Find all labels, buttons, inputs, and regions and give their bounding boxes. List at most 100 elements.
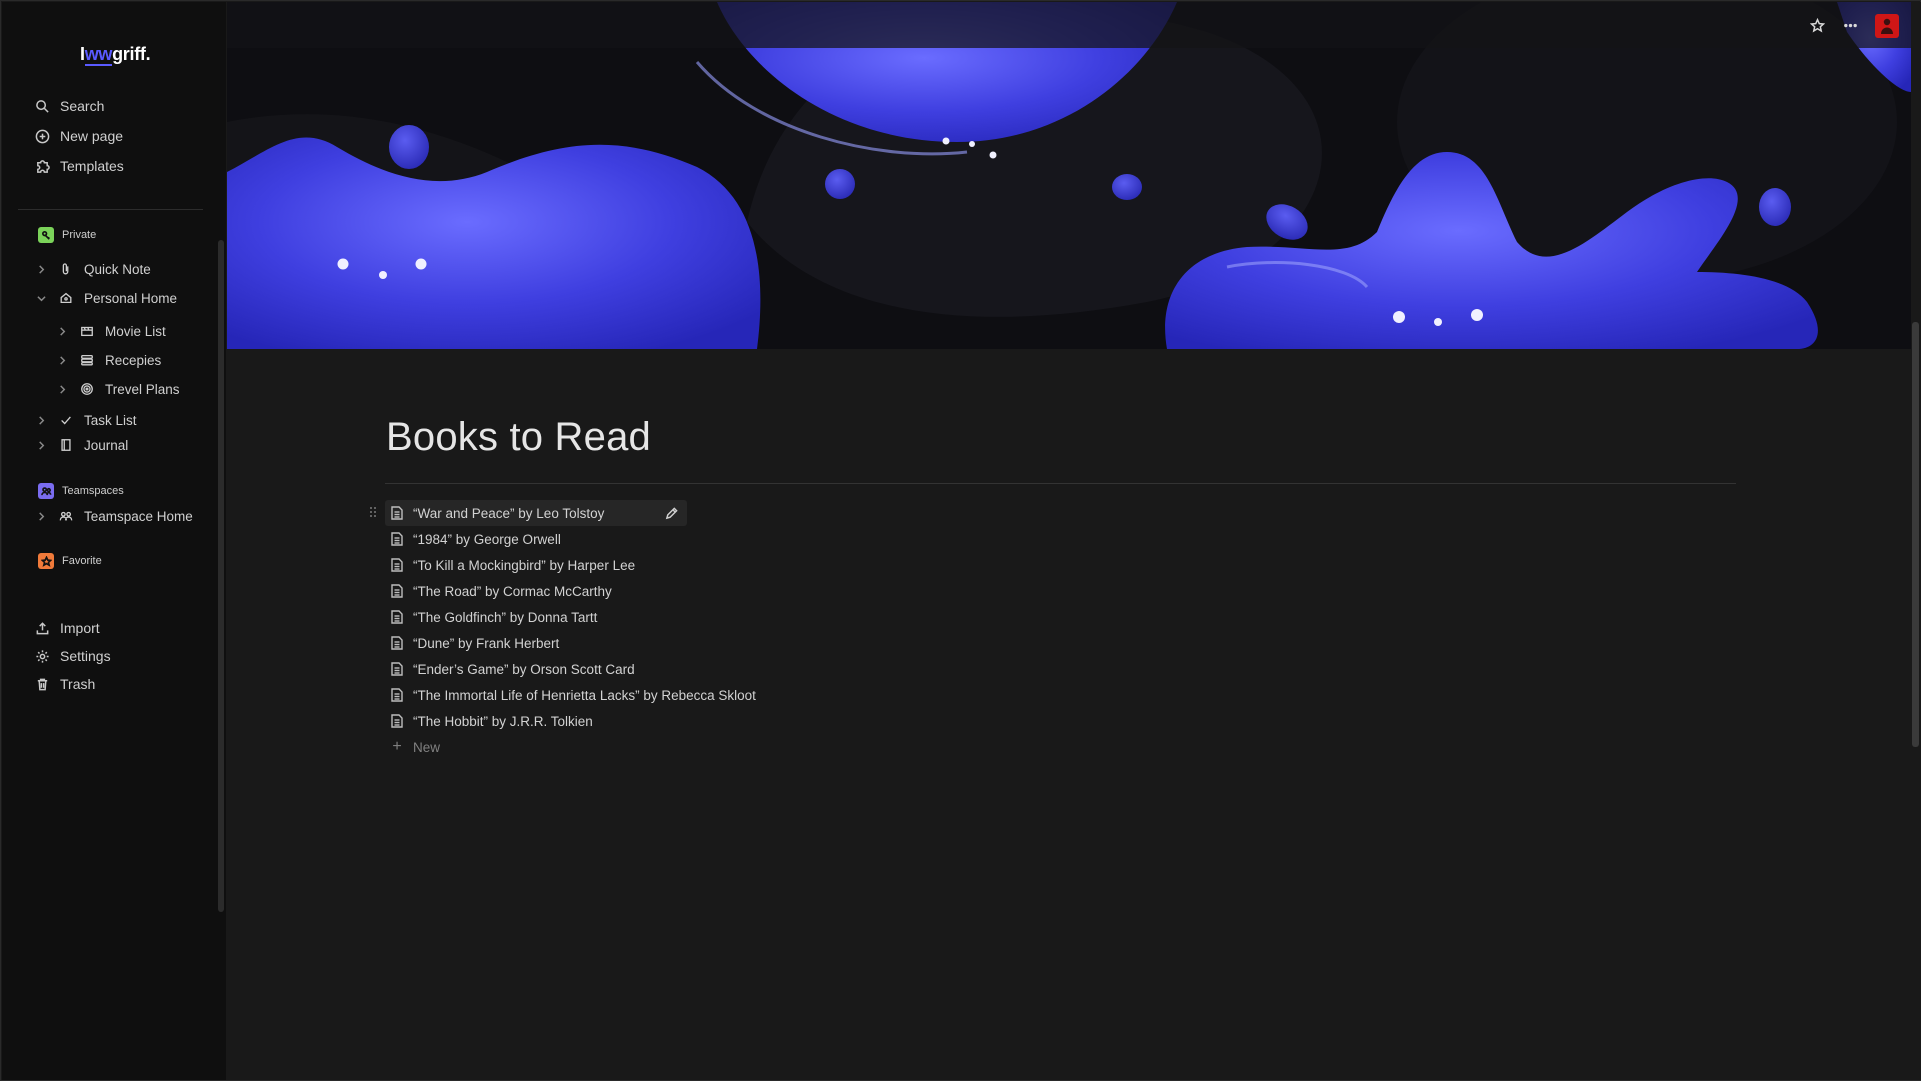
edit-pencil-icon[interactable]: [663, 505, 679, 521]
document-icon: [389, 583, 405, 599]
sidebar-search-label: Search: [60, 98, 105, 114]
more-horizontal-icon: [1843, 23, 1857, 27]
main-content: Books to Read “War and Peace” by Leo Tol…: [227, 2, 1921, 1080]
list-item-label: “1984” by George Orwell: [413, 531, 561, 547]
list-item-label: “The Immortal Life of Henrietta Lacks” b…: [413, 687, 756, 703]
list-item[interactable]: “The Road” by Cormac McCarthy: [385, 578, 985, 604]
section-teamspaces-label: Teamspaces: [62, 485, 124, 497]
document-icon: [389, 531, 405, 547]
sidebar-item-label: Journal: [84, 437, 129, 453]
list-item[interactable]: “To Kill a Mockingbird” by Harper Lee: [385, 552, 985, 578]
list-item-label: “Ender’s Game” by Orson Scott Card: [413, 661, 635, 677]
section-private[interactable]: Private: [38, 226, 96, 244]
teamspaces-badge-icon: [38, 483, 54, 499]
list-item[interactable]: “War and Peace” by Leo Tolstoy: [385, 500, 687, 526]
list-item[interactable]: “The Goldfinch” by Donna Tartt: [385, 604, 985, 630]
notebook-icon: [58, 437, 74, 453]
sidebar-item-quick-note[interactable]: Quick Note: [34, 258, 151, 280]
sidebar-settings-label: Settings: [60, 648, 111, 664]
page-title[interactable]: Books to Read: [386, 415, 651, 460]
brand-mid: ww: [84, 44, 113, 66]
document-icon: [389, 609, 405, 625]
brand-logo[interactable]: Iwwgriff.: [80, 44, 151, 66]
check-icon: [58, 412, 74, 428]
sidebar-settings[interactable]: Settings: [34, 644, 111, 668]
list-item-label: “The Road” by Cormac McCarthy: [413, 583, 612, 599]
chevron-right-icon[interactable]: [34, 262, 48, 276]
sidebar-search[interactable]: Search: [34, 94, 104, 118]
document-icon: [389, 661, 405, 677]
sidebar-item-trevel-plans[interactable]: Trevel Plans: [55, 378, 180, 400]
sidebar-item-movie-list[interactable]: Movie List: [55, 320, 166, 342]
chevron-right-icon[interactable]: [55, 382, 69, 396]
add-new-label: New: [413, 739, 441, 755]
list-item-label: “War and Peace” by Leo Tolstoy: [413, 505, 605, 521]
search-icon: [34, 98, 50, 114]
puzzle-icon: [34, 158, 50, 174]
chevron-right-icon[interactable]: [55, 353, 69, 367]
section-teamspaces[interactable]: Teamspaces: [38, 482, 124, 500]
list-item-label: “The Goldfinch” by Donna Tartt: [413, 609, 598, 625]
clapper-icon: [79, 323, 95, 339]
list-item[interactable]: “Dune” by Frank Herbert: [385, 630, 985, 656]
list-item-label: “Dune” by Frank Herbert: [413, 635, 560, 651]
sidebar-import[interactable]: Import: [34, 616, 100, 640]
star-icon: [1809, 17, 1825, 32]
drag-handle-icon[interactable]: [367, 504, 379, 520]
app-window: Iwwgriff. Search New page Templates Priv…: [0, 0, 1921, 1081]
sidebar-templates[interactable]: Templates: [34, 154, 124, 178]
sidebar-item-task-list[interactable]: Task List: [34, 409, 137, 431]
sidebar-item-label: Movie List: [105, 323, 166, 339]
brand-prefix: I: [80, 44, 85, 64]
chevron-down-icon[interactable]: [34, 291, 48, 305]
target-icon: [79, 381, 95, 397]
database-icon: [79, 352, 95, 368]
favorite-badge-icon: [38, 553, 54, 569]
title-divider: [385, 483, 1736, 484]
private-badge-icon: [38, 227, 54, 243]
home-icon: [58, 290, 74, 306]
plus-circle-icon: [34, 128, 50, 144]
sidebar-item-label: Task List: [84, 412, 137, 428]
more-options-button[interactable]: [1839, 14, 1861, 36]
chevron-right-icon[interactable]: [34, 438, 48, 452]
favorite-star-button[interactable]: [1806, 14, 1828, 36]
chevron-right-icon[interactable]: [55, 324, 69, 338]
list-item-label: “To Kill a Mockingbird” by Harper Lee: [413, 557, 636, 573]
book-list: “War and Peace” by Leo Tolstoy “1984” by…: [385, 500, 985, 760]
list-item[interactable]: “The Immortal Life of Henrietta Lacks” b…: [385, 682, 985, 708]
main-scrollbar[interactable]: [1912, 322, 1919, 747]
cover-image[interactable]: [227, 2, 1911, 349]
document-icon: [389, 687, 405, 703]
chevron-right-icon[interactable]: [34, 509, 48, 523]
sidebar-item-label: Recepies: [105, 352, 162, 368]
section-favorite[interactable]: Favorite: [38, 552, 102, 570]
add-new-button[interactable]: + New: [385, 734, 985, 760]
sidebar-divider: [18, 209, 203, 210]
avatar[interactable]: [1875, 14, 1899, 38]
sidebar-item-teamspace-home[interactable]: Teamspace Home: [34, 505, 193, 527]
sidebar-import-label: Import: [60, 620, 100, 636]
sidebar-trash-label: Trash: [60, 676, 96, 692]
section-private-label: Private: [62, 229, 97, 241]
sidebar-new-page-label: New page: [60, 128, 124, 144]
gear-icon: [34, 648, 50, 664]
sidebar-item-label: Trevel Plans: [105, 381, 180, 397]
chevron-right-icon[interactable]: [34, 413, 48, 427]
sidebar-scrollbar[interactable]: [218, 240, 224, 912]
list-item-label: “The Hobbit” by J.R.R. Tolkien: [413, 713, 593, 729]
list-item[interactable]: “1984” by George Orwell: [385, 526, 985, 552]
user-avatar-icon: [1881, 18, 1893, 34]
trash-icon: [34, 676, 50, 692]
sidebar-item-recepies[interactable]: Recepies: [55, 349, 161, 371]
section-favorite-label: Favorite: [62, 555, 102, 567]
list-item[interactable]: “The Hobbit” by J.R.R. Tolkien: [385, 708, 985, 734]
sidebar-item-personal-home[interactable]: Personal Home: [34, 287, 177, 309]
sidebar-trash[interactable]: Trash: [34, 672, 95, 696]
sidebar-new-page[interactable]: New page: [34, 124, 123, 148]
list-item[interactable]: “Ender’s Game” by Orson Scott Card: [385, 656, 985, 682]
sidebar-item-journal[interactable]: Journal: [34, 434, 128, 456]
brand-suffix: griff.: [112, 44, 151, 64]
upload-icon: [34, 620, 50, 636]
plus-icon: +: [392, 738, 402, 755]
